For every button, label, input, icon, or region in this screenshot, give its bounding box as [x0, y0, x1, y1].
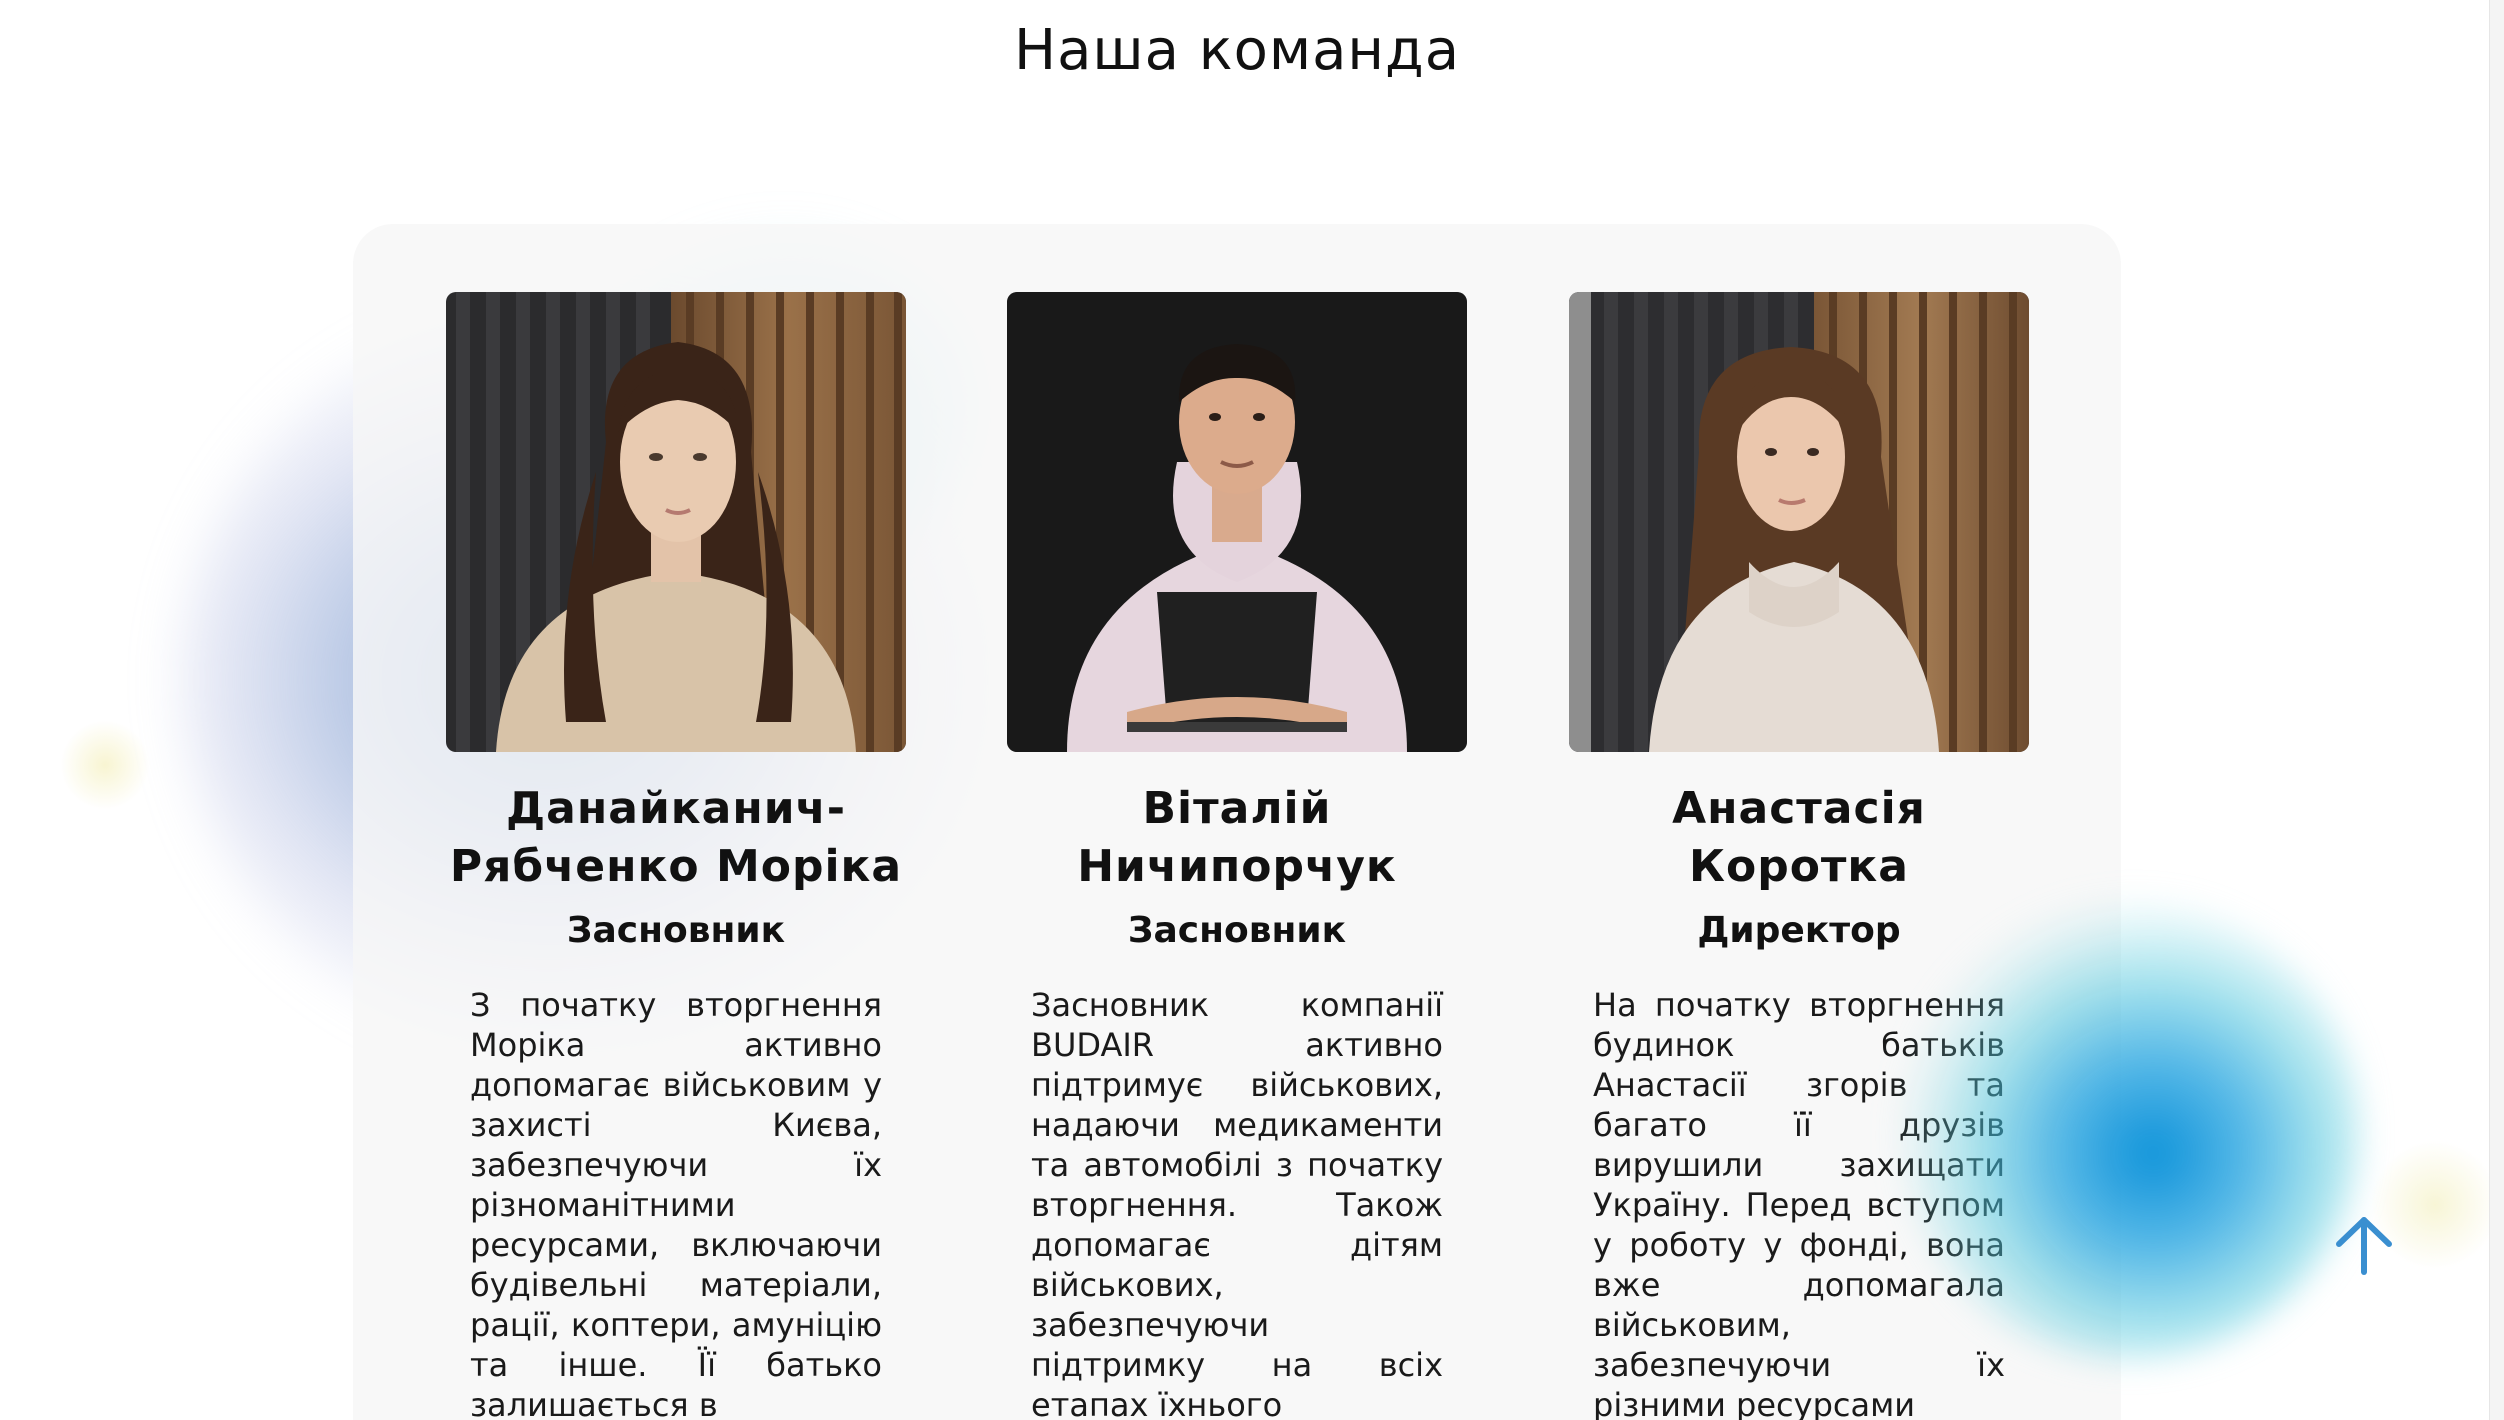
scrollbar-track[interactable] — [2489, 0, 2504, 1420]
team-member-card: Віталій Ничипорчук Засновник Засновник к… — [1007, 292, 1467, 1420]
team-member-card: Данайканич- Рябченко Моріка Засновник З … — [446, 292, 906, 1420]
team-member-bio: З початку вторгнення Моріка активно допо… — [470, 986, 882, 1420]
team-member-bio: На початку вторгнення будинок батьків Ан… — [1593, 986, 2005, 1420]
team-member-role: Директор — [1697, 910, 1901, 951]
decorative-gradient-blob — [60, 720, 150, 810]
team-member-photo — [1007, 292, 1467, 752]
team-member-bio: Засновник компанії BUDAIR активно підтри… — [1031, 986, 1443, 1420]
team-member-card: Анастасія Коротка Директор На початку вт… — [1569, 292, 2029, 1420]
scroll-to-top-button[interactable] — [2333, 1214, 2395, 1276]
team-member-name-line: Анастасія — [1672, 783, 1926, 834]
portrait-woman-photo — [1569, 292, 2029, 752]
team-member-name-line: Ничипорчук — [1077, 841, 1397, 892]
team-member-name: Анастасія Коротка — [1569, 780, 2029, 896]
team-member-name: Данайканич- Рябченко Моріка — [446, 780, 906, 896]
portrait-woman-photo — [446, 292, 906, 752]
team-member-role: Засновник — [566, 910, 786, 951]
team-member-role: Засновник — [1127, 910, 1347, 951]
portrait-man-photo — [1007, 292, 1467, 752]
team-member-photo — [446, 292, 906, 752]
section-title: Наша команда — [1013, 18, 1461, 83]
team-member-name-line: Віталій — [1142, 783, 1332, 834]
page: Наша команда Данайканич- Рябченко Моріка… — [0, 0, 2504, 1420]
team-member-name: Віталій Ничипорчук — [1007, 780, 1467, 896]
team-member-photo — [1569, 292, 2029, 752]
arrow-up-icon — [2336, 1217, 2392, 1275]
team-member-name-line: Данайканич- — [505, 783, 847, 834]
team-member-name-line: Рябченко Моріка — [449, 841, 903, 892]
team-member-name-line: Коротка — [1689, 841, 1909, 892]
